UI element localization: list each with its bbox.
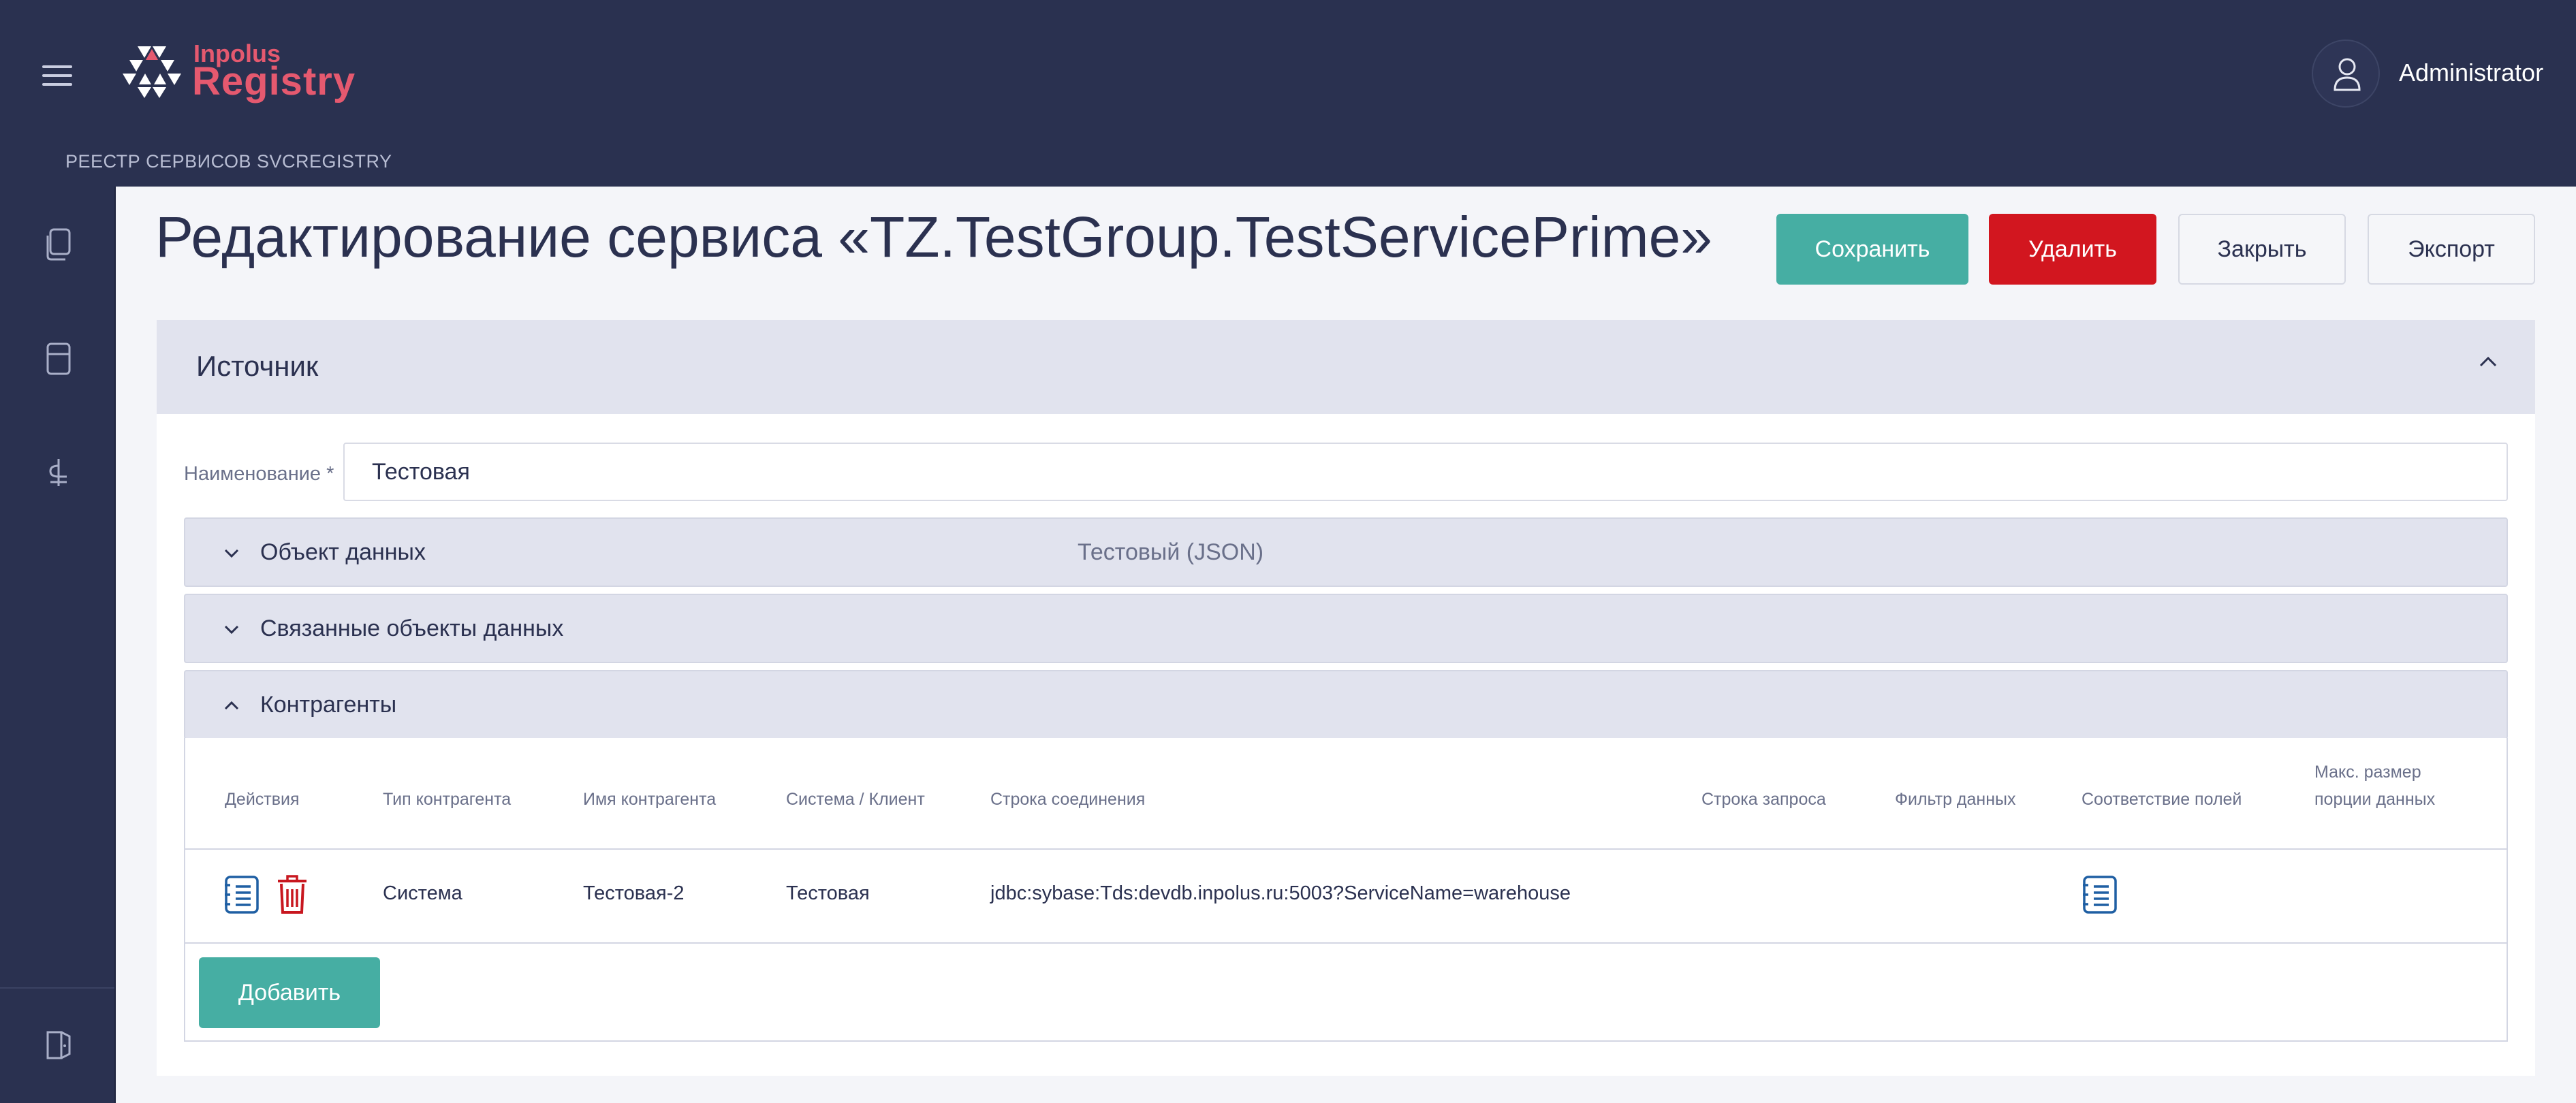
chevron-up-icon[interactable] <box>222 699 241 712</box>
menu-icon[interactable] <box>42 65 72 87</box>
data-object-value: Тестовый (JSON) <box>1078 539 1264 565</box>
column-header: Строка соединения <box>990 790 1146 809</box>
column-header: Имя контрагента <box>583 790 717 809</box>
column-header: Действия <box>225 790 300 809</box>
table-row-divider <box>185 942 2507 944</box>
contractors-accordion[interactable]: Контрагенты <box>184 670 2508 739</box>
contractors-table: Действия Тип контрагента Имя контрагента… <box>184 738 2508 1042</box>
top-bar: Inpolus Registry РЕЕСТР СЕРВИСОВ SVCREGI… <box>0 0 2576 187</box>
column-header: Тип контрагента <box>383 790 512 809</box>
data-object-accordion[interactable]: Объект данных Тестовый (JSON) <box>184 517 2508 587</box>
name-label: Наименование * <box>184 463 334 485</box>
logout-icon[interactable] <box>44 1028 74 1062</box>
chevron-down-icon[interactable] <box>222 622 241 636</box>
documents-icon[interactable] <box>44 227 74 261</box>
trash-icon[interactable] <box>275 874 309 915</box>
logo-brand: Registry <box>192 59 356 103</box>
user-icon <box>2334 58 2361 91</box>
name-input[interactable] <box>343 443 2508 501</box>
delete-button[interactable]: Удалить <box>1989 214 2156 285</box>
source-section-title: Источник <box>196 350 319 382</box>
page-title: Редактирование сервиса «TZ.TestGroup.Tes… <box>155 205 1713 269</box>
sidebar-divider <box>0 987 114 989</box>
storage-icon[interactable] <box>44 342 74 376</box>
cell-system: Тестовая <box>786 882 870 904</box>
field-mapping-icon[interactable] <box>2082 874 2118 915</box>
column-header: Макс. размер <box>2314 763 2421 782</box>
save-button[interactable]: Сохранить <box>1776 214 1968 285</box>
cell-connection: jdbc:sybase:Tds:devdb.inpolus.ru:5003?Se… <box>990 882 1571 904</box>
export-button[interactable]: Экспорт <box>2368 214 2535 285</box>
contractors-label: Контрагенты <box>260 692 397 718</box>
logo-icon <box>123 46 181 98</box>
cell-type: Система <box>383 882 462 904</box>
related-objects-accordion[interactable]: Связанные объекты данных <box>184 594 2508 663</box>
table-header-divider <box>185 848 2507 850</box>
column-header: Фильтр данных <box>1895 790 2016 809</box>
column-header: Строка запроса <box>1701 790 1826 809</box>
add-contractor-button[interactable]: Добавить <box>199 957 380 1028</box>
chevron-down-icon[interactable] <box>222 546 241 560</box>
column-header: порции данных <box>2314 790 2436 809</box>
source-card: Источник Наименование * Объект данных Те… <box>157 320 2535 1076</box>
cell-name: Тестовая-2 <box>583 882 685 904</box>
column-header: Соответствие полей <box>2082 790 2242 809</box>
breadcrumb[interactable]: РЕЕСТР СЕРВИСОВ SVCREGISTRY <box>65 151 392 172</box>
chevron-up-icon[interactable] <box>2477 354 2500 369</box>
sidebar <box>0 187 116 1103</box>
data-object-label: Объект данных <box>260 539 426 565</box>
close-button[interactable]: Закрыть <box>2178 214 2346 285</box>
avatar[interactable] <box>2312 39 2380 108</box>
related-objects-label: Связанные объекты данных <box>260 616 564 641</box>
user-name[interactable]: Administrator <box>2399 59 2543 87</box>
column-header: Система / Клиент <box>786 790 925 809</box>
connections-icon[interactable] <box>44 456 74 490</box>
source-section-header[interactable]: Источник <box>157 320 2535 414</box>
edit-icon[interactable] <box>223 874 260 915</box>
